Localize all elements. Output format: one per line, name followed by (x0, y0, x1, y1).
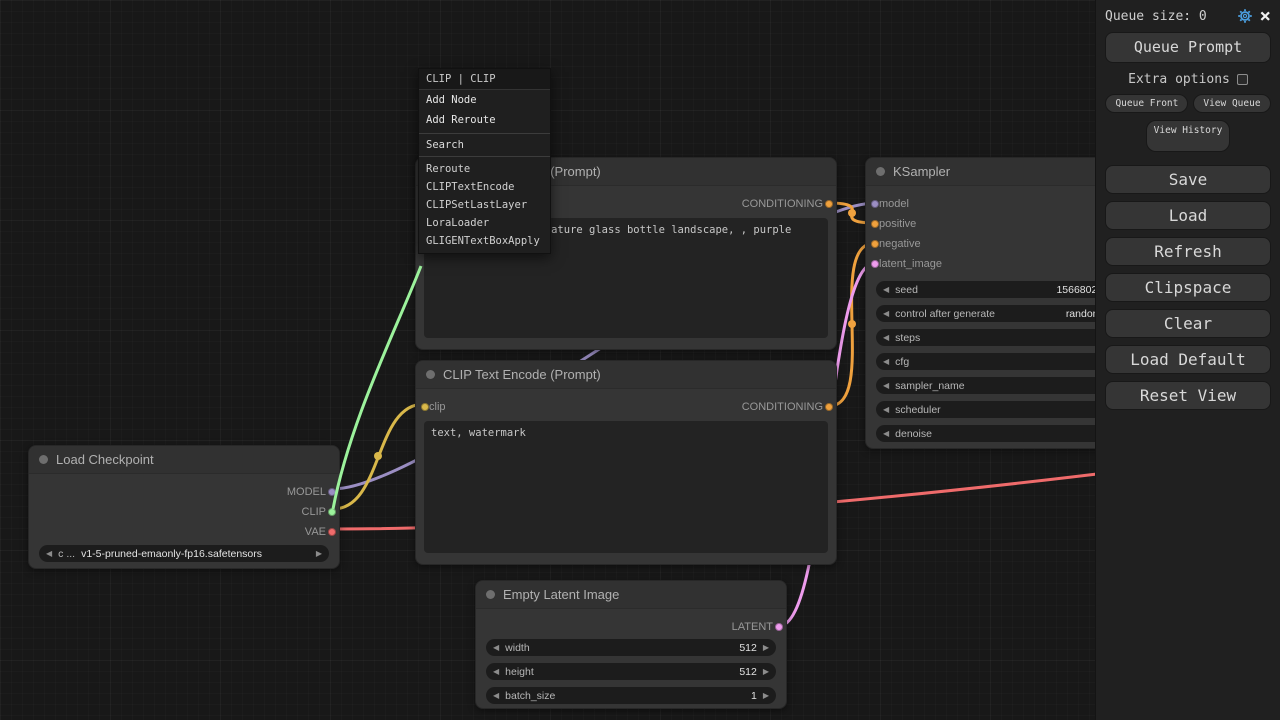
view-queue-button[interactable]: View Queue (1193, 94, 1270, 113)
main-menu-panel: Queue size: 0 × Queue Prompt Extra optio… (1095, 0, 1280, 720)
menu-item-reroute[interactable]: Reroute (419, 157, 550, 178)
load-default-button[interactable]: Load Default (1105, 345, 1271, 374)
queue-front-button[interactable]: Queue Front (1105, 94, 1188, 113)
queue-prompt-button[interactable]: Queue Prompt (1105, 32, 1271, 63)
clear-button[interactable]: Clear (1105, 309, 1271, 338)
save-button[interactable]: Save (1105, 165, 1271, 194)
menu-item-add-node[interactable]: Add Node (419, 90, 550, 110)
menu-item-search[interactable]: Search (419, 133, 550, 157)
settings-gear-icon[interactable] (1237, 8, 1253, 24)
queue-size-label: Queue size: 0 (1105, 9, 1230, 24)
refresh-button[interactable]: Refresh (1105, 237, 1271, 266)
wire-clip-dragging-link (333, 266, 421, 509)
context-menu-title: CLIP | CLIP (419, 69, 550, 90)
extra-options-checkbox[interactable] (1237, 74, 1248, 85)
menu-item-gligentextboxapply[interactable]: GLIGENTextBoxApply (419, 232, 550, 253)
graph-canvas[interactable]: { "icons": { "arrow_left": "◀", "arrow_r… (0, 0, 1280, 720)
close-panel-icon[interactable]: × (1260, 9, 1271, 23)
menu-item-add-reroute[interactable]: Add Reroute (419, 110, 550, 130)
load-button[interactable]: Load (1105, 201, 1271, 230)
menu-item-cliptextencode[interactable]: CLIPTextEncode (419, 178, 550, 196)
dragging-link-layer (0, 0, 1280, 720)
link-context-menu: CLIP | CLIP Add Node Add Reroute Search … (418, 68, 551, 254)
reset-view-button[interactable]: Reset View (1105, 381, 1271, 410)
menu-item-loraloader[interactable]: LoraLoader (419, 214, 550, 232)
view-history-button[interactable]: View History (1146, 120, 1230, 152)
menu-item-clipsetlastlayer[interactable]: CLIPSetLastLayer (419, 196, 550, 214)
clipspace-button[interactable]: Clipspace (1105, 273, 1271, 302)
extra-options-label: Extra options (1128, 72, 1230, 87)
